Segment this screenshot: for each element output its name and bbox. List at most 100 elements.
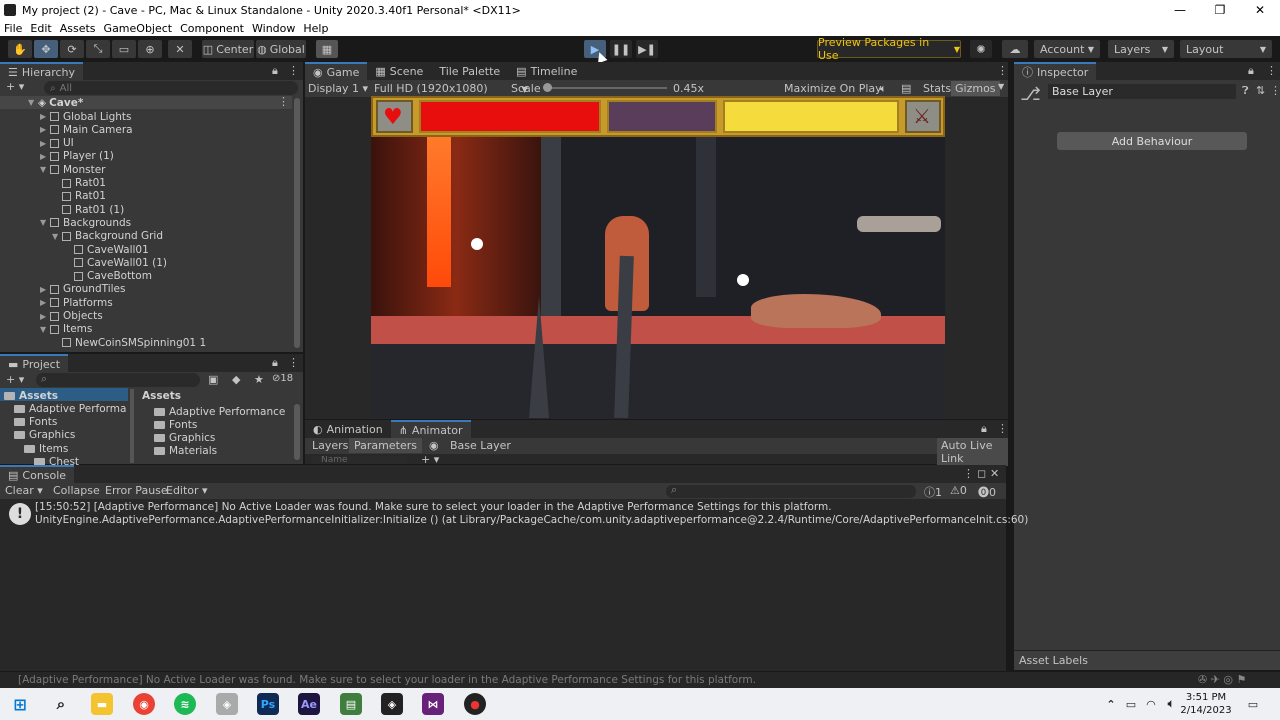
tab-game[interactable]: ◉ Game xyxy=(305,62,368,80)
base-layer-breadcrumb[interactable]: Base Layer xyxy=(450,439,511,452)
create-dropdown[interactable]: + ▾ xyxy=(6,373,24,386)
menu-window[interactable]: Window xyxy=(248,22,299,35)
project-breadcrumb[interactable]: Assets xyxy=(142,389,181,402)
hierarchy-item[interactable]: Rat01 xyxy=(52,190,106,203)
filter-type-icon[interactable]: ▣ xyxy=(208,373,218,386)
presets-icon[interactable]: ⇅ xyxy=(1256,84,1265,97)
hierarchy-item[interactable]: ▶ Global Lights xyxy=(40,110,132,123)
chevron-up-icon[interactable]: ⌃ xyxy=(1100,693,1122,715)
stats-toggle[interactable]: Stats xyxy=(923,82,951,95)
project-folder[interactable]: Fonts xyxy=(154,418,197,431)
hierarchy-item[interactable]: CaveWall01 xyxy=(64,243,149,256)
hierarchy-item[interactable]: Rat01 xyxy=(52,177,106,190)
lock-icon[interactable]: 🔒︎ xyxy=(1248,64,1254,78)
expand-arrow-icon[interactable]: ▼ xyxy=(40,218,50,227)
more-options-icon[interactable]: ⋮ xyxy=(997,422,1008,435)
tab-timeline[interactable]: ▤ Timeline xyxy=(508,62,585,80)
spotify-icon[interactable]: ≋ xyxy=(174,693,196,715)
expand-arrow-icon[interactable]: ▶ xyxy=(40,152,50,161)
maximize-panel-icon[interactable]: ◻ xyxy=(977,467,986,480)
hierarchy-item[interactable]: CaveWall01 (1) xyxy=(64,256,167,269)
hierarchy-item[interactable]: ▶ UI xyxy=(40,137,74,150)
battery-icon[interactable]: ▭ xyxy=(1120,693,1142,715)
scale-slider-handle[interactable] xyxy=(543,83,552,92)
search-icon[interactable]: ⌕ xyxy=(50,693,72,715)
collapse-toggle[interactable]: Collapse xyxy=(53,484,100,497)
tab-inspector[interactable]: ⓘ Inspector xyxy=(1014,62,1097,80)
project-tree-item[interactable]: Items xyxy=(24,442,68,455)
console-log-entry[interactable]: [15:50:52] [Adaptive Performance] No Act… xyxy=(35,501,1028,527)
animator-parameters-tab[interactable]: Parameters xyxy=(349,438,422,453)
clock[interactable]: 3:51 PM 2/14/2023 xyxy=(1180,691,1232,717)
wifi-icon[interactable]: ◠ xyxy=(1140,693,1162,715)
pivot-global-button[interactable]: ◍ Global xyxy=(256,40,306,58)
hierarchy-item[interactable]: ▶ GroundTiles xyxy=(40,283,125,296)
favorite-icon[interactable]: ★ xyxy=(254,373,264,386)
tab-console[interactable]: ▤ Console xyxy=(0,465,75,483)
layers-dropdown[interactable]: Layers ▼ xyxy=(1108,40,1174,58)
hierarchy-item[interactable]: NewCoinSMSpinning01 1 xyxy=(52,336,206,349)
chrome-icon[interactable]: ◉ xyxy=(133,693,155,715)
status-icons[interactable]: ✇ ✈ ◎ ⚑ xyxy=(1198,673,1246,686)
hierarchy-item[interactable]: ▶ Player (1) xyxy=(40,150,114,163)
expand-arrow-icon[interactable]: ▼ xyxy=(52,232,62,241)
tab-animation[interactable]: ◐ Animation xyxy=(305,420,391,438)
hidden-packages-count[interactable]: ⊘18 xyxy=(272,373,293,384)
menu-assets[interactable]: Assets xyxy=(56,22,100,35)
more-options-icon[interactable]: ⋮ xyxy=(1266,64,1277,77)
menu-file[interactable]: File xyxy=(0,22,26,35)
hierarchy-item[interactable]: ▼ Background Grid xyxy=(52,230,163,243)
expand-arrow-icon[interactable]: ▶ xyxy=(40,285,50,294)
maximize-on-play-toggle[interactable]: Maximize On Play xyxy=(784,82,882,95)
project-tree-item[interactable]: Assets xyxy=(4,389,58,402)
unity-editor-icon[interactable]: ◈ xyxy=(381,693,403,715)
gizmos-toggle[interactable]: Gizmos xyxy=(951,81,1000,96)
account-dropdown[interactable]: Account ▼ xyxy=(1034,40,1100,58)
more-options-icon[interactable]: ⋮ xyxy=(963,467,974,480)
chevron-down-icon[interactable]: ▼ xyxy=(998,82,1004,91)
console-search-input[interactable]: ⌕ xyxy=(666,483,916,498)
after-effects-icon[interactable]: Ae xyxy=(298,693,320,715)
hierarchy-item[interactable]: CaveBottom xyxy=(64,270,152,283)
error-pause-toggle[interactable]: Error Pause xyxy=(105,484,168,497)
notepad-icon[interactable]: ▤ xyxy=(340,693,362,715)
tab-scene[interactable]: ▦ Scene xyxy=(367,62,431,80)
expand-arrow-icon[interactable]: ▶ xyxy=(40,312,50,321)
project-search-input[interactable]: ⌕ xyxy=(36,372,200,387)
lock-icon[interactable]: 🔒︎ xyxy=(272,64,278,78)
layout-dropdown[interactable]: Layout ▼ xyxy=(1180,40,1272,58)
visual-studio-icon[interactable]: ⋈ xyxy=(422,693,444,715)
custom-tool-icon[interactable]: ✕ xyxy=(168,40,192,58)
scene-row[interactable]: ▼ ◈ Cave* ⋮ xyxy=(0,95,292,109)
project-tree-item[interactable]: Adaptive Performa xyxy=(14,402,126,415)
pivot-center-button[interactable]: ◫ Center xyxy=(202,40,254,58)
auto-live-link-button[interactable]: Auto Live Link xyxy=(937,438,1008,466)
menu-component[interactable]: Component xyxy=(176,22,248,35)
hierarchy-item[interactable]: ▼ Items xyxy=(40,323,92,336)
hierarchy-item[interactable]: ▼ Backgrounds xyxy=(40,216,131,229)
obs-icon[interactable]: ● xyxy=(464,693,486,715)
hierarchy-item[interactable]: ▶ Platforms xyxy=(40,296,113,309)
tab-animator[interactable]: ⋔ Animator xyxy=(390,420,471,438)
photoshop-icon[interactable]: Ps xyxy=(257,693,279,715)
mute-audio-icon[interactable]: 🔈︎ xyxy=(880,82,887,96)
project-scrollbar[interactable] xyxy=(294,404,300,460)
collab-icon[interactable]: ✺ xyxy=(970,40,992,58)
project-tree-item[interactable]: Fonts xyxy=(14,416,57,429)
minimize-button[interactable]: — xyxy=(1160,0,1200,20)
windows-start-icon[interactable]: ⊞ xyxy=(9,693,31,715)
more-options-icon[interactable]: ⋮ xyxy=(288,64,299,77)
preview-packages-button[interactable]: Preview Packages in Use ▼ xyxy=(817,36,961,62)
pause-button[interactable]: ❚❚ xyxy=(610,40,632,58)
volume-icon[interactable]: 🔈︎ xyxy=(1160,693,1182,715)
hierarchy-search-input[interactable]: ⌕ All xyxy=(44,81,298,95)
project-tree-item[interactable]: Graphics xyxy=(14,429,75,442)
expand-arrow-icon[interactable]: ▶ xyxy=(40,112,50,121)
game-viewport[interactable]: ♥ ⚔ xyxy=(371,96,945,418)
project-folder[interactable]: Adaptive Performance xyxy=(154,405,285,418)
notification-icon[interactable]: ▭ xyxy=(1242,693,1264,715)
editor-dropdown[interactable]: Editor ▾ xyxy=(166,484,208,497)
project-tree-scrollbar[interactable] xyxy=(130,389,134,463)
scale-slider[interactable] xyxy=(545,87,667,89)
scene-menu-icon[interactable]: ⋮ xyxy=(278,95,289,108)
